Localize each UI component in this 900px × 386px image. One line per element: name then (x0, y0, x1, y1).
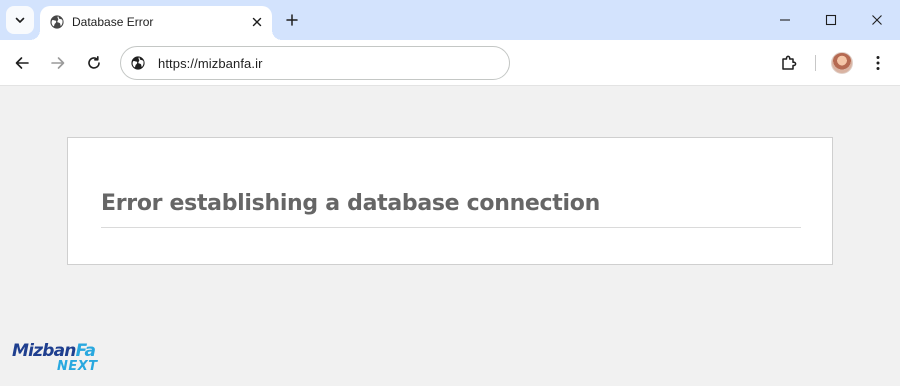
logo-brand-prefix: Mizban (12, 341, 76, 361)
maximize-icon (825, 14, 837, 26)
error-message-box: Error establishing a database connection (67, 137, 833, 265)
logo-tagline: NEXT (57, 359, 98, 374)
url-text[interactable]: https://mizbanfa.ir (158, 56, 263, 71)
tab-strip: Database Error (0, 0, 900, 40)
logo-wordmark: MizbanFa (12, 341, 96, 361)
forward-arrow-icon (51, 57, 65, 69)
close-icon (252, 17, 262, 27)
maximize-button[interactable] (808, 0, 854, 40)
reload-button[interactable] (80, 49, 108, 77)
active-tab[interactable]: Database Error (30, 6, 282, 40)
watermark-logo: MizbanFa NEXT (12, 342, 107, 376)
back-arrow-icon (15, 57, 29, 69)
chevron-down-icon (15, 17, 25, 23)
plus-icon (286, 14, 298, 26)
minimize-button[interactable] (762, 0, 808, 40)
globe-icon (50, 15, 64, 29)
tab-title: Database Error (72, 15, 154, 29)
profile-avatar[interactable] (831, 52, 853, 74)
new-tab-button[interactable] (280, 8, 304, 32)
address-bar[interactable]: https://mizbanfa.ir (120, 46, 510, 80)
extensions-puzzle-icon (782, 55, 797, 70)
globe-icon (131, 56, 145, 70)
kebab-menu-icon (876, 56, 880, 70)
window-close-button[interactable] (854, 0, 900, 40)
forward-button[interactable] (44, 49, 72, 77)
browser-toolbar: https://mizbanfa.ir (0, 40, 900, 86)
site-info-button[interactable] (129, 54, 147, 72)
error-heading: Error establishing a database connection (101, 190, 801, 228)
reload-icon (88, 56, 100, 69)
back-button[interactable] (8, 49, 36, 77)
minimize-icon (780, 19, 790, 21)
extensions-button[interactable] (775, 49, 803, 77)
logo-brand-suffix: Fa (75, 341, 96, 361)
toolbar-separator (815, 55, 816, 71)
browser-menu-button[interactable] (864, 49, 892, 77)
tab-close-button[interactable] (247, 12, 267, 32)
close-icon (872, 15, 882, 25)
